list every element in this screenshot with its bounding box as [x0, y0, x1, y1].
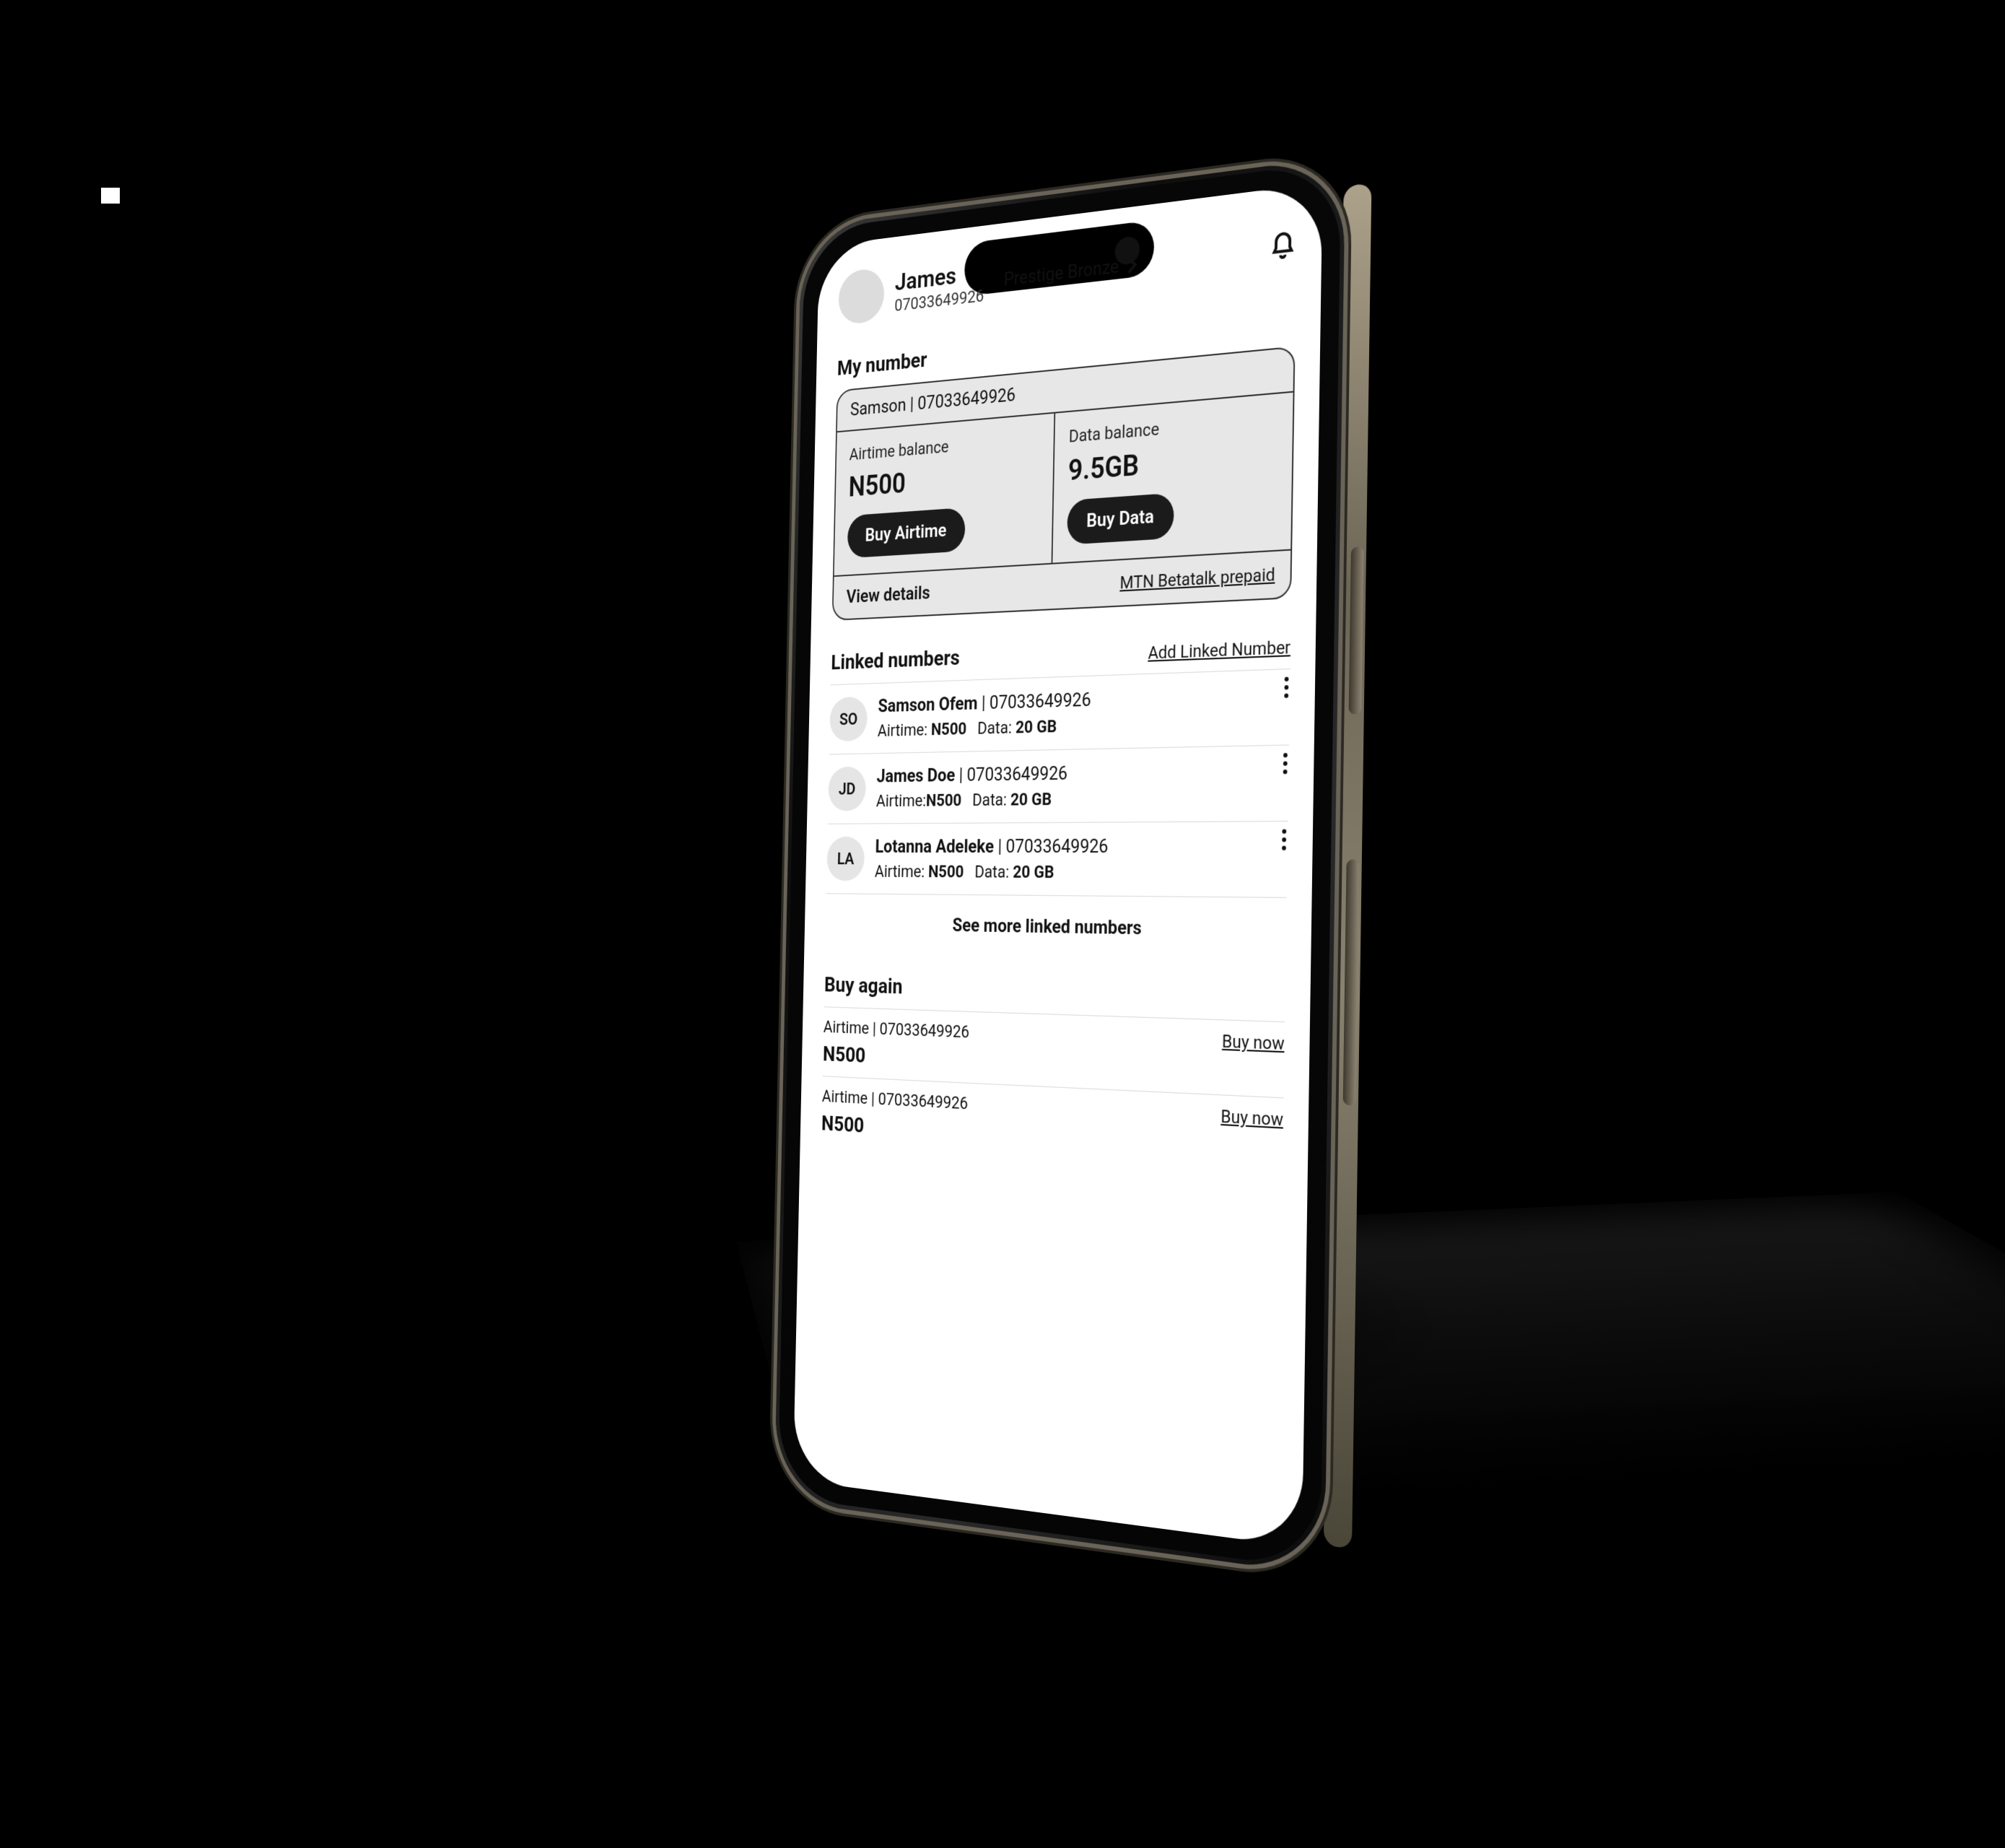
linked-name-row: James Doe | 07033649926	[876, 763, 1067, 788]
buy-now-link[interactable]: Buy now	[1222, 1031, 1285, 1054]
my-number-owner: Samson	[850, 395, 907, 421]
more-menu-button[interactable]	[1284, 677, 1288, 698]
linked-title: Linked numbers	[831, 645, 960, 675]
airtime-cell: Airtime balance N500 Buy Airtime	[834, 414, 1054, 575]
my-number-card: Samson | 07033649926 Airtime balance N50…	[832, 346, 1296, 621]
buy-again-amount: N500	[823, 1042, 969, 1073]
linked-phone: 07033649926	[990, 689, 1091, 714]
phone-stage: James 07033649926 Prestige Bronze My num…	[736, 188, 1458, 1704]
buy-again-left: Airtime | 07033649926 N500	[821, 1086, 969, 1144]
linked-stats: Airtime: N500 Data: 20 GB	[878, 715, 1091, 741]
linked-main: James Doe | 07033649926 Airtime:N500 Dat…	[876, 763, 1068, 811]
airtime-value: N500	[848, 456, 1039, 504]
linked-airtime: N500	[931, 719, 967, 740]
buy-airtime-button[interactable]: Buy Airtime	[847, 507, 966, 558]
buy-again-title: Buy again	[824, 972, 1285, 1011]
phone-side-button-top	[1349, 546, 1364, 715]
buy-again-desc: Airtime | 07033649926	[824, 1017, 970, 1042]
my-number-phone: 07033649926	[917, 384, 1015, 414]
linked-stats: Airtime:N500 Data: 20 GB	[876, 789, 1067, 811]
buy-data-button[interactable]: Buy Data	[1067, 493, 1174, 545]
linked-avatar: SO	[829, 697, 868, 742]
buy-again-row: Airtime | 07033649926 N500 Buy now	[821, 1076, 1283, 1174]
linked-stats: Airtime: N500 Data: 20 GB	[875, 861, 1108, 882]
data-cell: Data balance 9.5GB Buy Data	[1052, 393, 1293, 563]
buy-again-phone: 07033649926	[879, 1019, 969, 1042]
linked-data: 20 GB	[1015, 716, 1057, 737]
phone-screen: James 07033649926 Prestige Bronze My num…	[793, 183, 1323, 1548]
more-menu-button[interactable]	[1283, 753, 1288, 774]
notifications-button[interactable]	[1269, 230, 1297, 266]
user-block: James 07033649926	[894, 259, 984, 315]
linked-data: 20 GB	[1013, 862, 1054, 882]
data-value: 9.5GB	[1068, 437, 1277, 488]
linked-header: Linked numbers Add Linked Number	[831, 632, 1290, 675]
linked-data: 20 GB	[1010, 789, 1052, 809]
linked-name: Samson Ofem	[878, 693, 977, 717]
app-content: James 07033649926 Prestige Bronze My num…	[793, 183, 1323, 1548]
linked-item[interactable]: JD James Doe | 07033649926 Airtime:N500 …	[828, 746, 1289, 824]
avatar[interactable]	[838, 267, 885, 326]
buy-now-link[interactable]: Buy now	[1220, 1106, 1283, 1130]
plan-link[interactable]: MTN Betatalk prepaid	[1119, 565, 1275, 593]
buy-again-left: Airtime | 07033649926 N500	[823, 1017, 970, 1073]
buy-again-desc: Airtime | 07033649926	[822, 1086, 969, 1114]
buy-again-type: Airtime	[824, 1017, 870, 1038]
linked-phone: 07033649926	[1005, 836, 1108, 858]
linked-name-row: Lotanna Adeleke | 07033649926	[875, 836, 1108, 858]
add-linked-number-link[interactable]: Add Linked Number	[1148, 637, 1290, 663]
linked-name: James Doe	[876, 765, 955, 788]
linked-airtime: N500	[926, 790, 962, 811]
decorative-pixel	[101, 188, 120, 204]
see-more-linked-link[interactable]: See more linked numbers	[825, 894, 1286, 949]
linked-item[interactable]: LA Lotanna Adeleke | 07033649926 Airtime…	[826, 821, 1288, 898]
linked-list: SO Samson Ofem | 07033649926 Airtime: N5…	[825, 668, 1290, 949]
more-menu-button[interactable]	[1282, 829, 1286, 850]
buy-again-type: Airtime	[822, 1086, 868, 1108]
linked-main: Samson Ofem | 07033649926 Airtime: N500 …	[878, 689, 1091, 741]
separator: |	[958, 764, 966, 786]
buy-again-amount: N500	[821, 1111, 968, 1144]
buy-again-phone: 07033649926	[878, 1089, 968, 1114]
linked-main: Lotanna Adeleke | 07033649926 Airtime: N…	[875, 836, 1109, 883]
linked-avatar: LA	[826, 837, 865, 881]
tier-label: Prestige Bronze	[1003, 256, 1119, 290]
view-details-link[interactable]: View details	[846, 583, 930, 608]
linked-name: Lotanna Adeleke	[875, 836, 994, 858]
phone-mockup: James 07033649926 Prestige Bronze My num…	[774, 156, 1346, 1576]
bell-icon	[1269, 230, 1297, 263]
linked-avatar: JD	[828, 767, 866, 811]
data-label: Data balance	[1069, 409, 1278, 446]
linked-phone: 07033649926	[966, 763, 1067, 786]
linked-name-row: Samson Ofem | 07033649926	[878, 689, 1091, 717]
linked-airtime: N500	[928, 862, 964, 882]
linked-item[interactable]: SO Samson Ofem | 07033649926 Airtime: N5…	[829, 668, 1290, 754]
separator: |	[997, 836, 1006, 858]
